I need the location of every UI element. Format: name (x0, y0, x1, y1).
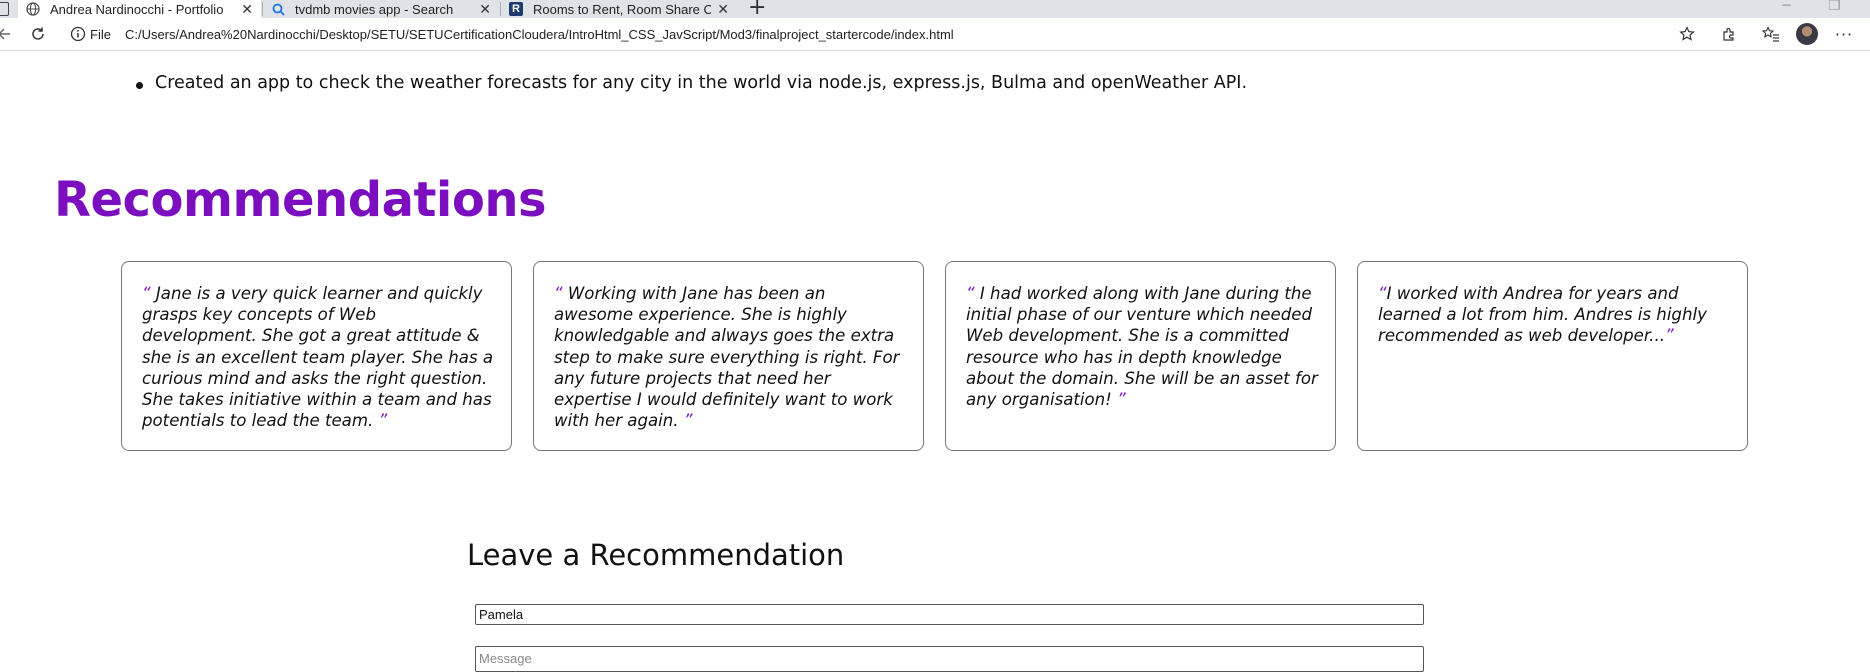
recommendation-card: “ Working with Jane has been an awesome … (533, 261, 924, 451)
sidebar-toggle-icon[interactable] (0, 2, 9, 16)
new-tab-icon[interactable]: + (748, 0, 766, 18)
open-quote: “ (142, 284, 151, 303)
url-text[interactable]: C:/Users/Andrea%20Nardinocchi/Desktop/SE… (125, 27, 954, 42)
favorite-star-icon[interactable] (1677, 24, 1697, 44)
extensions-icon[interactable] (1719, 24, 1739, 44)
close-tab-icon[interactable]: ✕ (241, 0, 253, 18)
close-tab-icon[interactable]: ✕ (717, 0, 729, 18)
profile-avatar[interactable] (1796, 23, 1818, 45)
recommendation-card: “ Jane is a very quick learner and quick… (121, 261, 512, 451)
restore-icon[interactable]: ❐ (1828, 0, 1841, 14)
r-logo-icon: R (509, 2, 523, 16)
recommendation-text: “ Working with Jane has been an awesome … (554, 284, 900, 431)
recommendation-text: “ I had worked along with Jane during th… (966, 284, 1318, 410)
scheme-label: File (90, 26, 111, 42)
favorites-icon[interactable] (1761, 24, 1781, 44)
tab-label: tvdmb movies app - Search (295, 1, 454, 17)
close-quote: ” (683, 411, 693, 431)
more-menu-icon[interactable]: ··· (1834, 24, 1854, 44)
refresh-icon[interactable] (28, 24, 48, 44)
globe-icon (26, 2, 40, 16)
project-list-item: Created an app to check the weather fore… (155, 73, 1248, 93)
list-bullet (136, 82, 143, 89)
info-icon[interactable] (70, 26, 86, 42)
open-quote: “ (1378, 284, 1387, 303)
tab-portfolio[interactable]: Andrea Nardinocchi - Portfolio ✕ (18, 0, 261, 18)
tab-label: Rooms to Rent, Room Share Cork (533, 1, 711, 17)
tab-movies-search[interactable]: tvdmb movies app - Search ✕ (263, 0, 499, 18)
browser-toolbar: File C:/Users/Andrea%20Nardinocchi/Deskt… (0, 18, 1870, 51)
browser-tab-strip: Andrea Nardinocchi - Portfolio ✕ tvdmb m… (0, 0, 1870, 18)
open-quote: “ (554, 284, 563, 303)
recommendation-text: “ Jane is a very quick learner and quick… (142, 284, 494, 431)
address-bar[interactable]: File C:/Users/Andrea%20Nardinocchi/Deskt… (62, 22, 1722, 46)
recommendations-title: Recommendations (54, 172, 547, 228)
message-input[interactable] (475, 646, 1424, 672)
search-icon (271, 2, 285, 16)
recommendation-card: “ I had worked along with Jane during th… (945, 261, 1336, 451)
tab-rooms-to-rent[interactable]: R Rooms to Rent, Room Share Cork ✕ (501, 0, 737, 18)
open-quote: “ (966, 284, 975, 303)
tab-label: Andrea Nardinocchi - Portfolio (50, 1, 224, 17)
minimize-icon[interactable]: ─ (1782, 0, 1790, 14)
close-tab-icon[interactable]: ✕ (479, 0, 491, 18)
back-icon[interactable] (0, 24, 14, 44)
close-quote: ” (1117, 390, 1126, 410)
leave-recommendation-title: Leave a Recommendation (467, 538, 845, 572)
recommendation-text: “I worked with Andrea for years and lear… (1378, 284, 1707, 346)
close-quote: ” (378, 411, 388, 431)
recommendation-card: “I worked with Andrea for years and lear… (1357, 261, 1748, 451)
close-quote: ” (1665, 326, 1674, 346)
name-input[interactable] (475, 604, 1424, 625)
